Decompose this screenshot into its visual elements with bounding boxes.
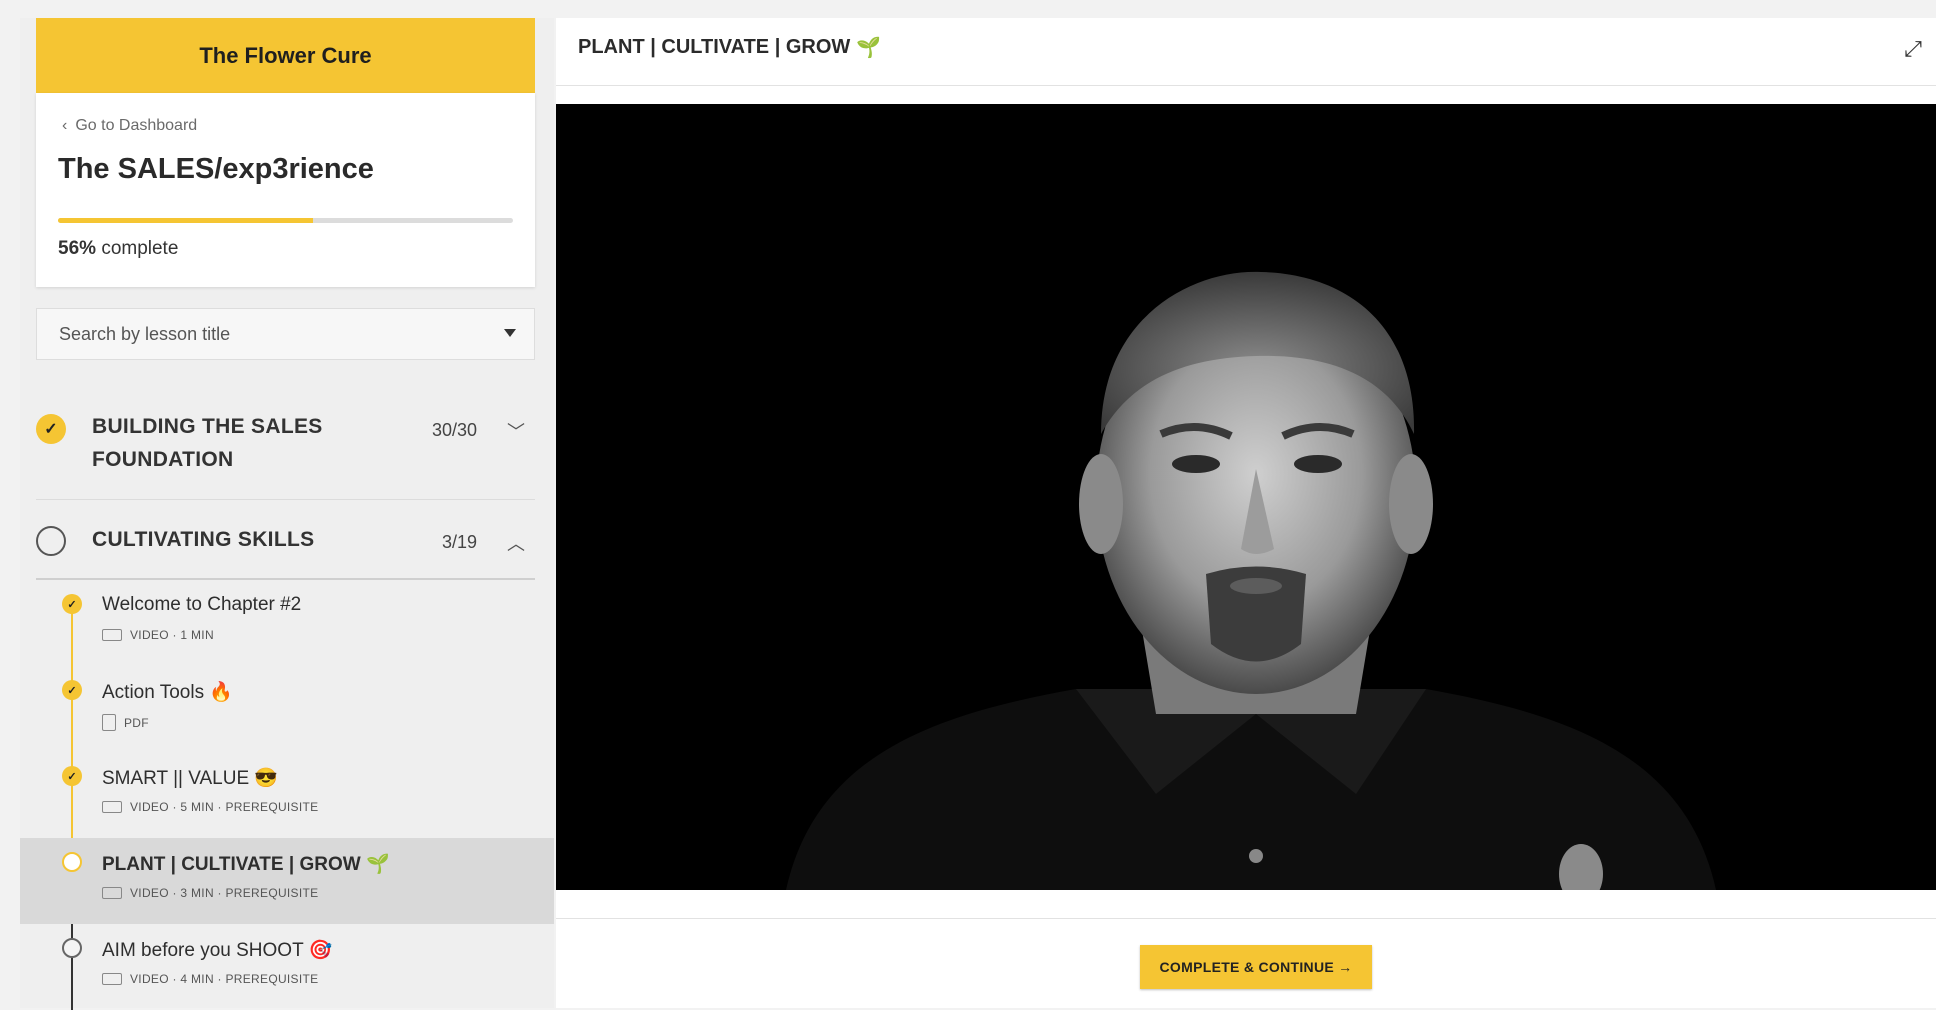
lesson-topbar: PLANT | CULTIVATE | GROW 🌱 ⤢ xyxy=(556,18,1936,86)
back-link-label: Go to Dashboard xyxy=(75,117,198,134)
course-player-page: The Flower Cure ‹ Go to Dashboard The SA… xyxy=(0,0,1936,1010)
incomplete-circle-icon xyxy=(62,938,82,958)
lesson-item[interactable]: ✓ Action Tools 🔥 PDF xyxy=(20,666,554,752)
lesson-title: Action Tools 🔥 xyxy=(102,682,234,703)
lesson-content: PLANT | CULTIVATE | GROW 🌱 ⤢ COMPLETE & … xyxy=(556,18,1936,1008)
course-card: ‹ Go to Dashboard The SALES/exp3rience 5… xyxy=(36,93,535,287)
check-icon: ✓ xyxy=(62,766,82,786)
lesson-heading-text: PLANT | CULTIVATE | GROW xyxy=(578,36,851,58)
course-title: The SALES/exp3rience xyxy=(58,153,374,185)
lesson-meta-text: VIDEO · 1 MIN xyxy=(130,628,214,642)
school-brand-bar[interactable]: The Flower Cure xyxy=(36,18,535,93)
lesson-meta: VIDEO · 5 MIN · PREREQUISITE xyxy=(102,800,318,814)
lesson-item[interactable]: AIM before you SHOOT 🎯 VIDEO · 4 MIN · P… xyxy=(20,924,554,1010)
current-lesson-dot-icon xyxy=(62,852,82,872)
caret-down-icon[interactable] xyxy=(504,329,516,337)
check-icon: ✓ xyxy=(62,594,82,614)
course-progress-fill xyxy=(58,218,313,223)
chapter-cultivating-skills[interactable]: CULTIVATING SKILLS 3/19 ︿ xyxy=(36,500,535,580)
lesson-title: PLANT | CULTIVATE | GROW 🌱 xyxy=(102,854,390,875)
progress-value: 56% xyxy=(58,238,97,259)
chapter-lesson-count: 3/19 xyxy=(441,532,477,552)
lesson-item[interactable]: ✓ Welcome to Chapter #2 VIDEO · 1 MIN xyxy=(20,580,554,666)
lesson-search-input[interactable]: Search by lesson title xyxy=(36,308,535,360)
course-progress-bar xyxy=(58,218,513,223)
progress-text: 56% complete xyxy=(58,238,178,260)
lesson-meta: VIDEO · 1 MIN xyxy=(102,628,214,642)
lesson-meta: VIDEO · 3 MIN · PREREQUISITE xyxy=(102,886,318,900)
complete-and-continue-button[interactable]: COMPLETE & CONTINUE → xyxy=(1140,945,1372,989)
lesson-heading: PLANT | CULTIVATE | GROW 🌱 xyxy=(578,35,881,60)
lesson-meta: VIDEO · 4 MIN · PREREQUISITE xyxy=(102,972,318,986)
check-icon: ✓ xyxy=(62,680,82,700)
chevron-left-icon: ‹ xyxy=(62,117,68,134)
expand-icon[interactable]: ⤢ xyxy=(1898,34,1928,64)
progress-suffix: complete xyxy=(101,238,179,259)
check-icon: ✓ xyxy=(36,414,66,444)
lesson-list: ✓ Welcome to Chapter #2 VIDEO · 1 MIN ✓ … xyxy=(20,580,554,1010)
search-placeholder: Search by lesson title xyxy=(59,323,231,344)
go-to-dashboard-link[interactable]: ‹ Go to Dashboard xyxy=(62,117,197,135)
lesson-title: Welcome to Chapter #2 xyxy=(102,594,302,615)
course-sidebar: The Flower Cure ‹ Go to Dashboard The SA… xyxy=(20,18,554,1010)
lesson-item-current[interactable]: PLANT | CULTIVATE | GROW 🌱 VIDEO · 3 MIN… xyxy=(20,838,554,924)
lesson-meta-text: VIDEO · 3 MIN · PREREQUISITE xyxy=(130,886,319,900)
video-icon xyxy=(102,973,122,985)
video-icon xyxy=(102,801,122,813)
video-player[interactable] xyxy=(556,104,1936,890)
chapter-lesson-count: 30/30 xyxy=(431,420,477,440)
in-progress-ring-icon xyxy=(36,526,66,556)
chevron-down-icon[interactable]: ﹀ xyxy=(507,418,525,444)
lesson-bottombar: COMPLETE & CONTINUE → xyxy=(556,918,1936,1008)
chevron-up-icon[interactable]: ︿ xyxy=(507,530,525,556)
video-icon xyxy=(102,887,122,899)
lesson-meta-text: VIDEO · 5 MIN · PREREQUISITE xyxy=(130,800,319,814)
pdf-icon xyxy=(102,714,116,731)
chapter-building-the-sales-foundation[interactable]: ✓ BUILDING THE SALES FOUNDATION 30/30 ﹀ xyxy=(36,388,535,500)
presenter-video-frame xyxy=(556,104,1936,890)
lesson-title: SMART || VALUE 😎 xyxy=(102,768,279,789)
chapter-title: BUILDING THE SALES FOUNDATION xyxy=(92,415,323,471)
lesson-item[interactable]: ✓ SMART || VALUE 😎 VIDEO · 5 MIN · PRERE… xyxy=(20,752,554,838)
lesson-title: AIM before you SHOOT 🎯 xyxy=(102,940,333,961)
video-icon xyxy=(102,629,122,641)
sprout-icon: 🌱 xyxy=(856,37,882,59)
lesson-meta: PDF xyxy=(102,714,149,731)
lesson-meta-text: VIDEO · 4 MIN · PREREQUISITE xyxy=(130,972,319,986)
chapter-title: CULTIVATING SKILLS xyxy=(92,528,315,551)
lesson-meta-text: PDF xyxy=(124,715,149,730)
